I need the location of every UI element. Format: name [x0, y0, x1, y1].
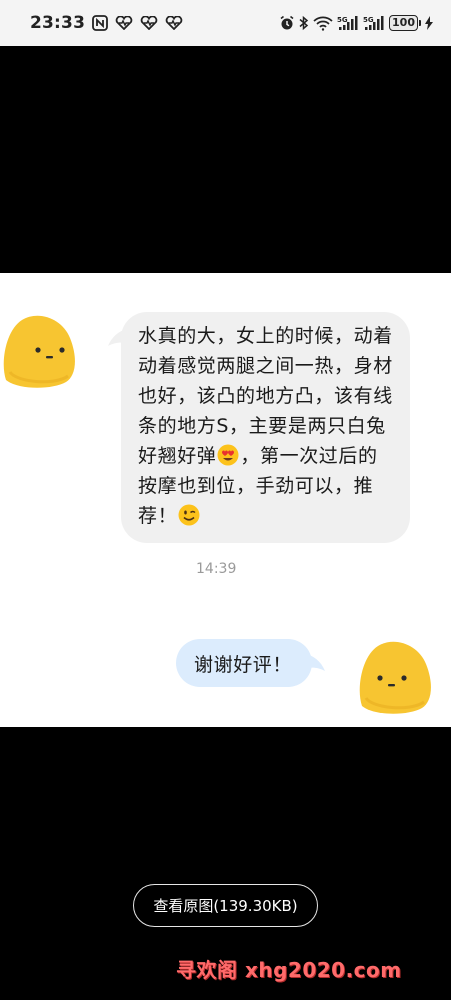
- bluetooth-icon: [299, 15, 309, 31]
- alarm-icon: [279, 15, 295, 31]
- charging-bolt-icon: [425, 16, 433, 30]
- image-letterbox-top: [0, 46, 451, 273]
- signal-5g-icon: 5G: [363, 15, 385, 31]
- svg-text:5G: 5G: [363, 16, 374, 24]
- wink-emoji-icon: [178, 504, 200, 526]
- battery-level: 100: [389, 15, 418, 31]
- health-heart-icon: [165, 16, 183, 30]
- received-message-bubble: 水真的大，女上的时候，动着动着感觉两腿之间一热，身材也好，该凸的地方凸，该有线条…: [108, 312, 410, 543]
- svg-text:5G: 5G: [337, 16, 348, 24]
- view-original-image-button[interactable]: 查看原图(139.30KB): [133, 884, 318, 927]
- status-bar: 23:33 5G 5G 100: [0, 0, 451, 46]
- health-heart-icon: [140, 16, 158, 30]
- chat-screenshot: 水真的大，女上的时候，动着动着感觉两腿之间一热，身材也好，该凸的地方凸，该有线条…: [0, 273, 451, 727]
- health-heart-icon: [115, 16, 133, 30]
- sent-message-bubble: 谢谢好评！: [176, 639, 325, 687]
- message-timestamp: 14:39: [196, 561, 237, 577]
- merchant-avatar: [356, 638, 434, 714]
- customer-avatar: [0, 312, 78, 388]
- battery-indicator: 100: [389, 15, 421, 31]
- sent-message-text: 谢谢好评！: [194, 653, 293, 676]
- watermark-text: 寻欢阁 xhg2020.com: [176, 958, 402, 982]
- status-time: 23:33: [30, 13, 86, 33]
- heart-eyes-emoji-icon: [217, 444, 239, 466]
- wifi-icon: [313, 15, 333, 31]
- nfc-icon: [92, 15, 109, 31]
- signal-5g-icon: 5G: [337, 15, 359, 31]
